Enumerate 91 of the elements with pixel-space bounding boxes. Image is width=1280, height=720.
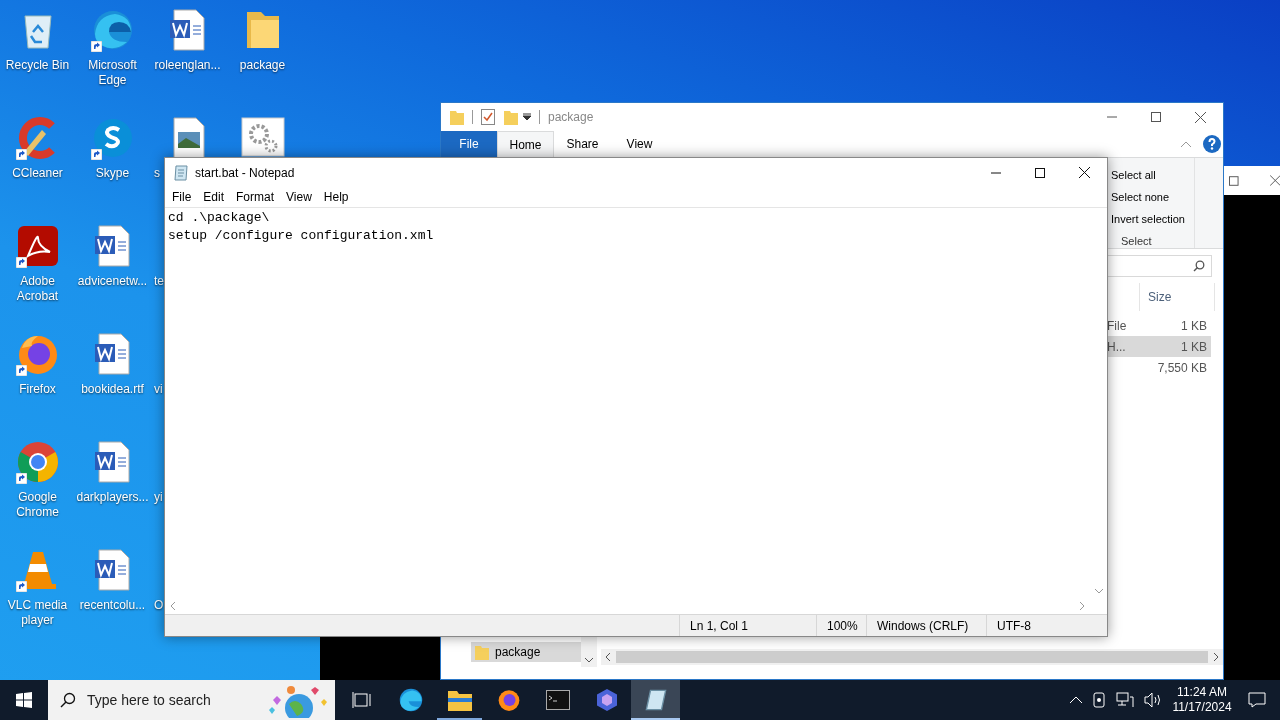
desktop-icon-label[interactable]: Google Chrome <box>0 490 75 520</box>
desktop-icon-label[interactable]: te <box>150 274 164 289</box>
shortcut-arrow-icon <box>15 581 27 592</box>
scroll-left-icon[interactable] <box>170 602 175 610</box>
text-line: setup /configure configuration.xml <box>168 227 435 245</box>
shortcut-arrow-icon <box>15 473 27 484</box>
desktop-icon-label[interactable]: vi <box>150 382 163 397</box>
search-icon <box>60 692 76 708</box>
shortcut-arrow-icon <box>15 149 27 160</box>
close-icon[interactable] <box>1195 111 1206 123</box>
clock[interactable]: 11:24 AM 11/17/2024 <box>1170 680 1234 720</box>
folder-icon <box>447 689 472 711</box>
desktop-icon-label[interactable]: Recycle Bin <box>0 58 75 73</box>
status-field: Windows (CRLF) <box>866 615 986 636</box>
desktop-icon-label[interactable]: Microsoft Edge <box>75 58 150 88</box>
desktop-icon-label[interactable]: CCleaner <box>0 166 75 181</box>
chevron-up-icon[interactable] <box>1070 696 1082 704</box>
shortcut-arrow-icon <box>15 365 27 376</box>
menu-item[interactable]: File <box>166 188 198 206</box>
desktop-icon-label[interactable]: Skype <box>75 166 150 181</box>
scroll-down-icon[interactable] <box>585 658 593 663</box>
maximize-icon[interactable] <box>1229 175 1239 186</box>
notepad-icon <box>644 689 667 711</box>
notepad-icon <box>173 164 189 181</box>
edge-icon <box>397 687 424 713</box>
window-title: start.bat - Notepad <box>195 164 295 182</box>
file-row[interactable]: H... 1 KB <box>1107 336 1211 357</box>
shortcut-arrow-icon <box>90 41 102 52</box>
scroll-right-icon[interactable] <box>1080 602 1085 610</box>
ribbon-tab[interactable]: Share <box>554 131 611 157</box>
desktop-icon-label[interactable]: darkplayers... <box>75 490 150 505</box>
speaker-icon[interactable] <box>1144 692 1162 708</box>
file-row[interactable]: 7,550 KB <box>1107 357 1211 378</box>
ribbon-command[interactable]: Select all <box>1107 164 1194 186</box>
ribbon-tab[interactable]: Home <box>497 131 554 157</box>
search-icon <box>1193 260 1205 272</box>
device-icon[interactable] <box>1092 692 1106 708</box>
window-title: package <box>548 109 594 126</box>
ribbon-tab[interactable]: File <box>441 131 497 157</box>
properties-icon[interactable] <box>481 109 495 125</box>
desktop-icon-label[interactable]: recentcolu... <box>75 598 150 613</box>
menu-item[interactable]: Format <box>230 188 281 206</box>
terminal-icon <box>545 690 570 710</box>
ribbon-command[interactable]: Select none <box>1107 186 1194 208</box>
network-icon[interactable] <box>1116 692 1134 708</box>
shortcut-arrow-icon <box>90 149 102 160</box>
desktop-icon-label[interactable]: yi <box>150 490 163 505</box>
folder-icon <box>475 643 489 660</box>
task-view-icon <box>351 691 372 709</box>
scroll-right-icon[interactable] <box>1214 653 1219 661</box>
ribbon-group-label: Select <box>1121 234 1153 249</box>
scroll-thumb[interactable] <box>616 651 1208 663</box>
text-line: cd .\package\ <box>168 209 271 227</box>
desktop-icon-label[interactable]: package <box>225 58 300 73</box>
scroll-down-icon[interactable] <box>1094 589 1103 594</box>
search-field[interactable] <box>1106 255 1212 277</box>
taskbar-app-button[interactable] <box>631 680 680 720</box>
shortcut-arrow-icon <box>15 257 27 268</box>
collapse-ribbon-icon[interactable] <box>1181 141 1191 147</box>
chrome-icon <box>15 440 60 484</box>
desktop-icon-label[interactable]: advicenetw... <box>75 274 150 289</box>
navigation-item[interactable]: package <box>471 641 581 662</box>
ribbon-command[interactable]: Invert selection <box>1107 208 1194 230</box>
desktop-icon-label[interactable]: Adobe Acrobat <box>0 274 75 304</box>
desktop-icon-label[interactable]: roleenglan... <box>150 58 225 73</box>
menu-item[interactable]: Help <box>317 188 355 206</box>
status-field: Ln 1, Col 1 <box>679 615 816 636</box>
status-field: UTF-8 <box>986 615 1091 636</box>
dropdown-caret-icon[interactable] <box>523 113 531 121</box>
column-header[interactable]: Size <box>1139 283 1215 311</box>
windows-logo-icon <box>16 692 32 708</box>
menu-item[interactable]: View <box>280 188 318 206</box>
status-field: 100% <box>816 615 866 636</box>
desktop-icon-label[interactable]: O <box>150 598 164 613</box>
help-icon[interactable] <box>1203 135 1221 153</box>
acrobat-icon <box>15 224 60 268</box>
desktop-icon-label[interactable]: VLC media player <box>0 598 75 628</box>
maximize-icon[interactable] <box>1151 112 1161 122</box>
desktop-icon-label[interactable]: Firefox <box>0 382 75 397</box>
scroll-left-icon[interactable] <box>605 653 610 661</box>
ribbon-tab[interactable]: View <box>611 131 668 157</box>
maximize-icon[interactable] <box>1035 167 1045 178</box>
firefox-icon <box>496 688 521 712</box>
notification-icon[interactable] <box>1248 692 1266 708</box>
desktop-icon-label[interactable]: s <box>150 166 160 181</box>
close-icon[interactable] <box>1079 167 1090 178</box>
file-row[interactable]: File 1 KB <box>1107 315 1211 336</box>
desktop-icon-label[interactable]: bookidea.rtf <box>75 382 150 397</box>
hexagon-app-icon <box>594 688 619 712</box>
search-field[interactable]: Type here to search <box>48 680 335 720</box>
menu-item[interactable]: Edit <box>197 188 231 206</box>
